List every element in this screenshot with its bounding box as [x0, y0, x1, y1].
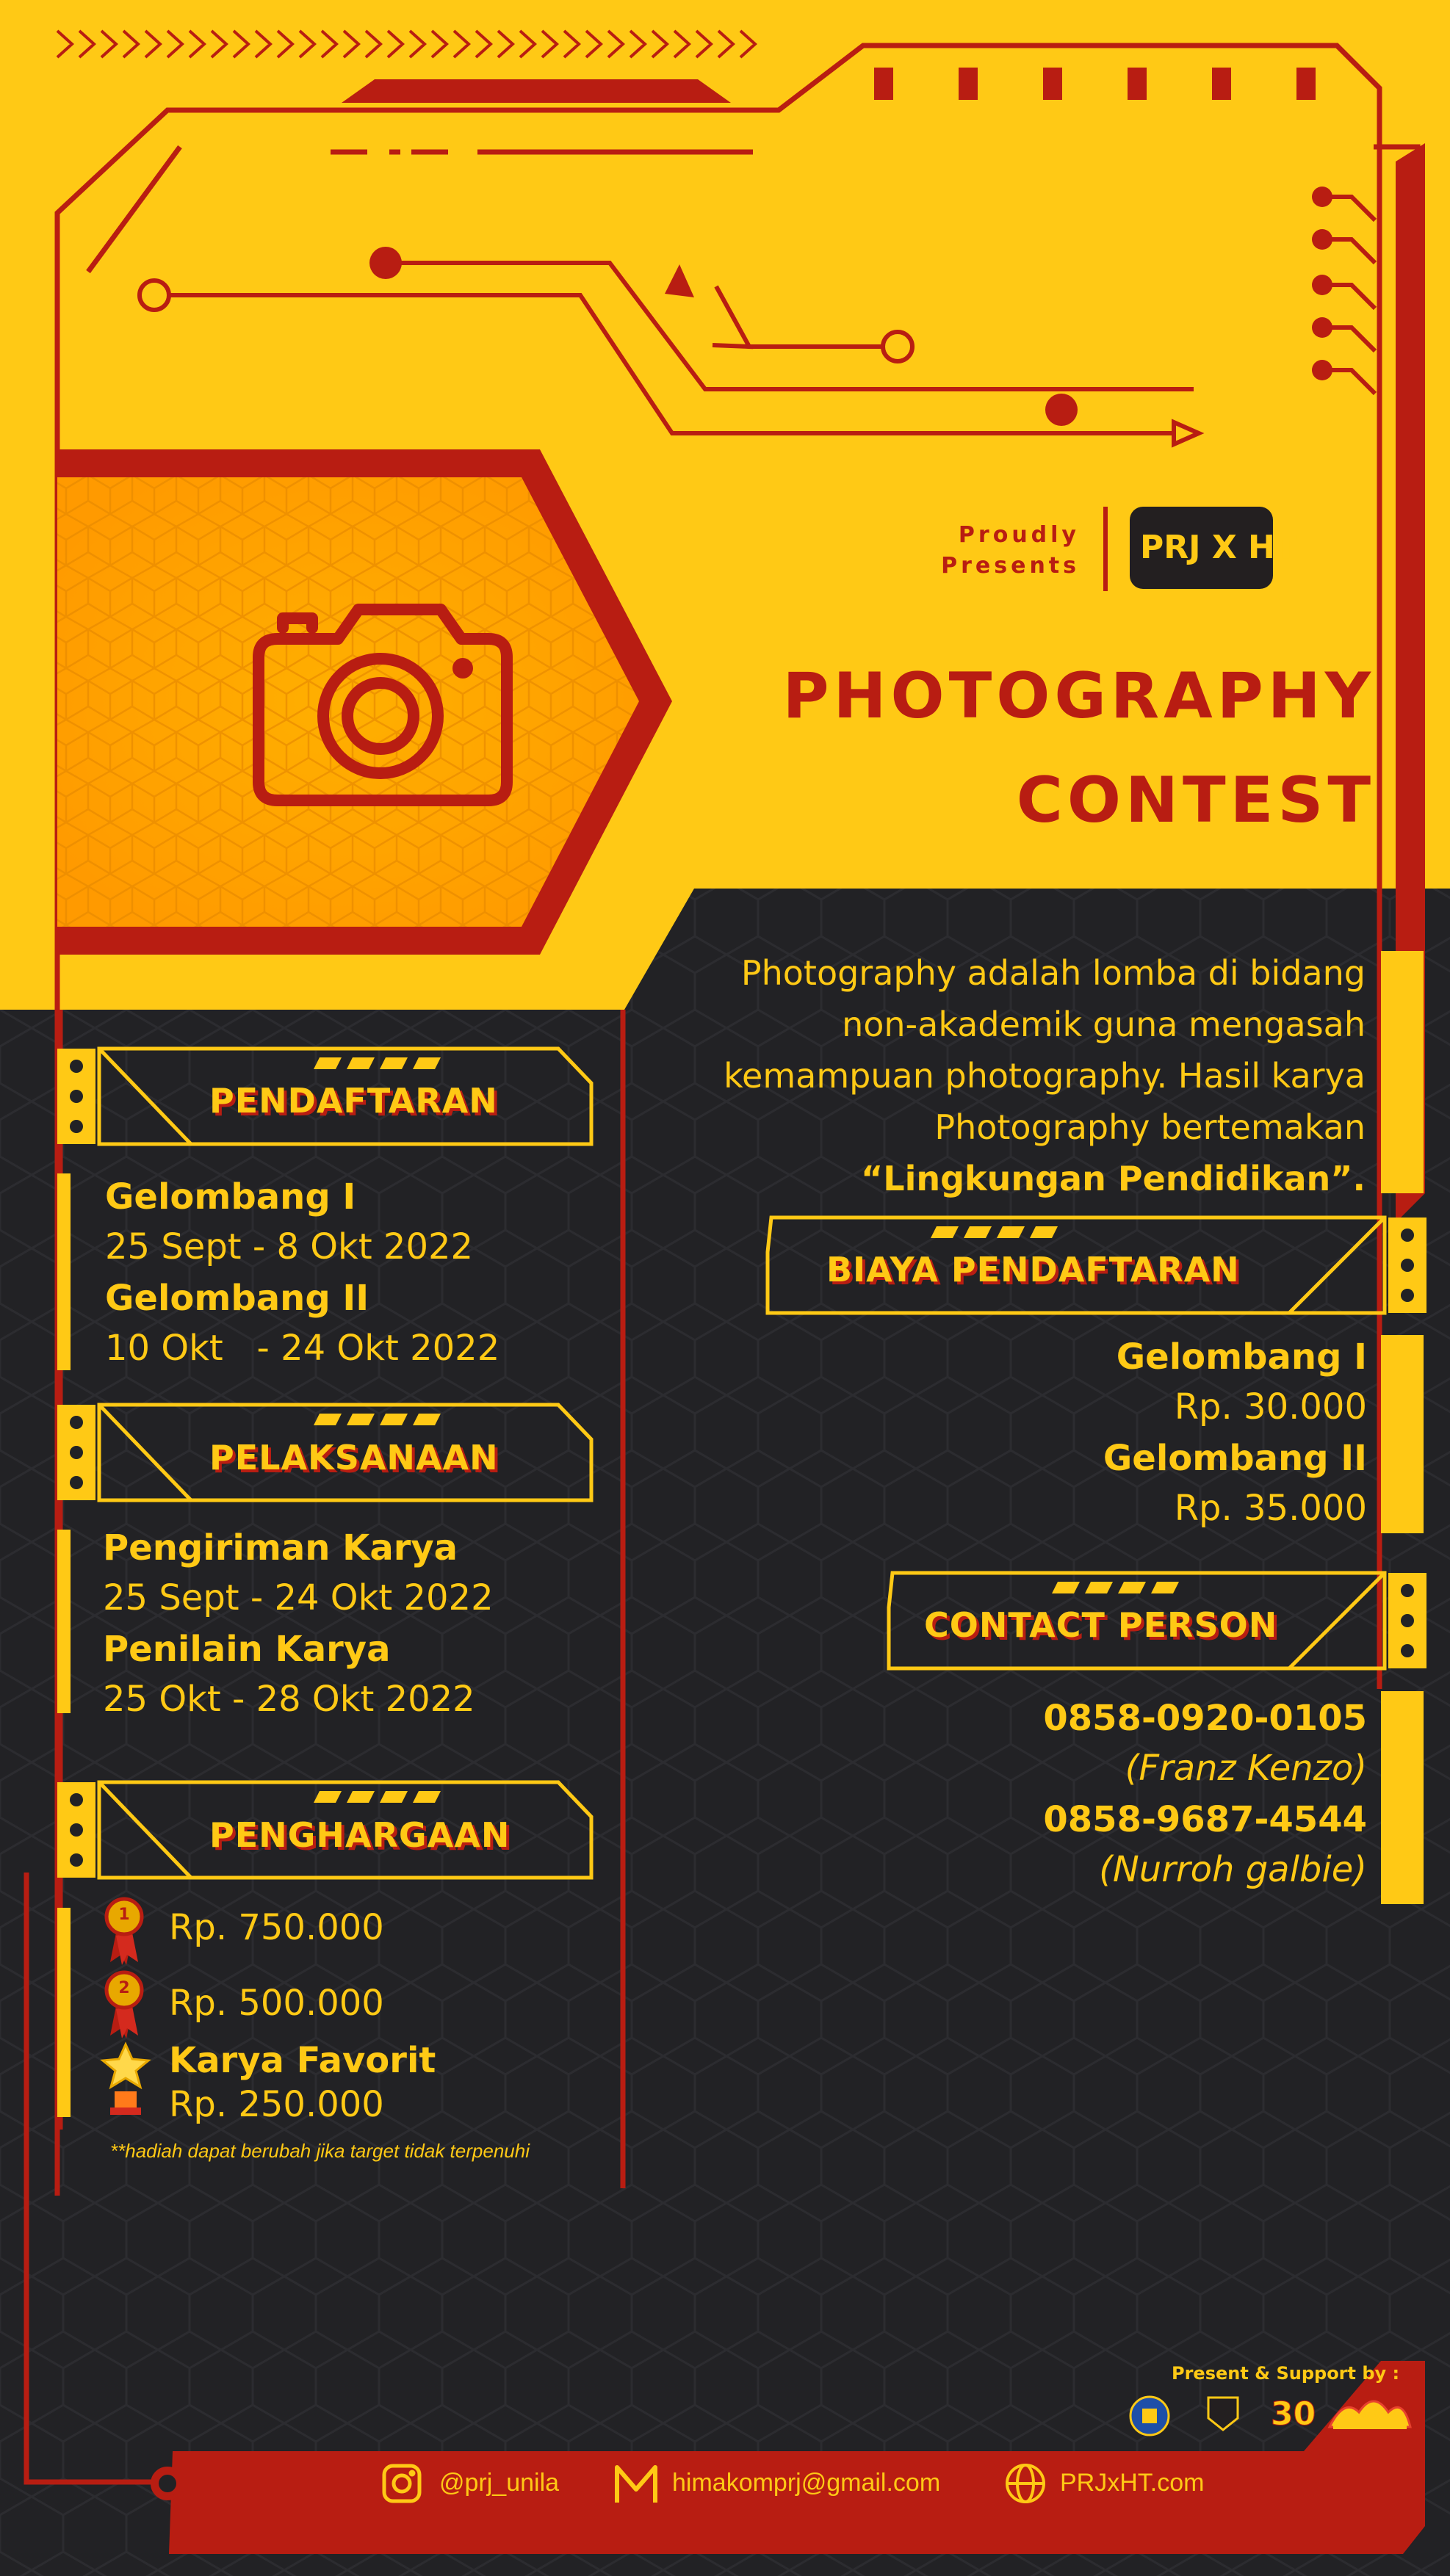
email-address[interactable]: himakomprj@gmail.com	[672, 2469, 940, 2497]
contact-phone2[interactable]: 0858-9687-4544	[1043, 1799, 1367, 1840]
description-line4: Photography bertemakan	[934, 1107, 1366, 1147]
proudly-line2: Presents	[941, 553, 1080, 579]
contact-name2: (Nurroh galbie)	[1099, 1849, 1367, 1890]
trace-node	[1045, 394, 1078, 426]
title-line1: PHOTOGRAPHY	[782, 659, 1375, 733]
prize2-rank: 2	[118, 1979, 130, 1997]
prize1-amount: Rp. 750.000	[169, 1907, 384, 1948]
instagram-handle[interactable]: @prj_unila	[439, 2469, 559, 2497]
prize2-amount: Rp. 500.000	[169, 1983, 384, 2024]
trace-node-hollow	[137, 278, 171, 312]
pelaksanaan-judging-dates: 25 Okt - 28 Okt 2022	[103, 1679, 475, 1720]
favorite-label: Karya Favorit	[169, 2040, 436, 2081]
pendaftaran-wave2-dates: 10 Okt - 24 Okt 2022	[105, 1328, 500, 1369]
trace-node-hollow	[881, 330, 915, 363]
biaya-wave2-fee: Rp. 35.000	[1174, 1488, 1367, 1529]
svg-text:30: 30	[1271, 2395, 1316, 2433]
proudly-presents: Proudly Presents	[896, 520, 1080, 582]
description-line3: kemampuan photography. Hasil karya	[724, 1056, 1366, 1096]
pelaksanaan-submit-dates: 25 Sept - 24 Okt 2022	[103, 1577, 494, 1618]
title-line2: CONTEST	[1016, 764, 1375, 837]
website-link[interactable]: PRJxHT.com	[1060, 2469, 1204, 2497]
biaya-wave1-label: Gelombang I	[1116, 1336, 1367, 1378]
contact-phone1[interactable]: 0858-0920-0105	[1043, 1698, 1367, 1739]
trace-node	[369, 247, 402, 279]
description: Photography adalah lomba di bidang non-a…	[724, 947, 1366, 1204]
penghargaan-heading: PENGHARGAAN	[209, 1815, 511, 1855]
pelaksanaan-submit-label: Pengiriman Karya	[103, 1527, 458, 1569]
pendaftaran-heading: PENDAFTARAN	[209, 1081, 498, 1121]
description-line1: Photography adalah lomba di bidang	[740, 953, 1366, 993]
description-line2: non-akademik guna mengasah	[842, 1005, 1366, 1044]
contact-heading: CONTACT PERSON	[924, 1605, 1278, 1645]
pendaftaran-wave1-dates: 25 Sept - 8 Okt 2022	[105, 1226, 474, 1267]
description-theme: “Lingkungan Pendidikan”.	[861, 1159, 1366, 1198]
pendaftaran-wave1-label: Gelombang I	[105, 1176, 356, 1218]
prj-logo-text: PRJ X HT	[1140, 529, 1297, 566]
side-tab	[1381, 1335, 1424, 1533]
favorite-amount: Rp. 250.000	[169, 2084, 384, 2125]
contact-name1: (Franz Kenzo)	[1125, 1748, 1367, 1789]
top-red-tab	[342, 79, 731, 103]
side-tab	[57, 1908, 71, 2117]
proudly-line1: Proudly	[958, 522, 1080, 548]
side-tab	[57, 1173, 71, 1370]
prize-note: **hadiah dapat berubah jika target tidak…	[110, 2140, 530, 2162]
support-label: Present & Support by :	[1172, 2363, 1400, 2384]
side-tab	[1381, 1691, 1424, 1904]
side-tab	[57, 1530, 71, 1713]
biaya-heading: BIAYA PENDAFTARAN	[826, 1250, 1240, 1289]
pendaftaran-wave2-label: Gelombang II	[105, 1278, 369, 1319]
pelaksanaan-judging-label: Penilain Karya	[103, 1629, 391, 1670]
side-tab	[1381, 951, 1424, 1193]
prize1-rank: 1	[118, 1906, 130, 1924]
biaya-wave1-fee: Rp. 30.000	[1174, 1386, 1367, 1428]
biaya-wave2-label: Gelombang II	[1103, 1438, 1367, 1479]
pelaksanaan-heading: PELAKSANAAN	[209, 1438, 499, 1477]
